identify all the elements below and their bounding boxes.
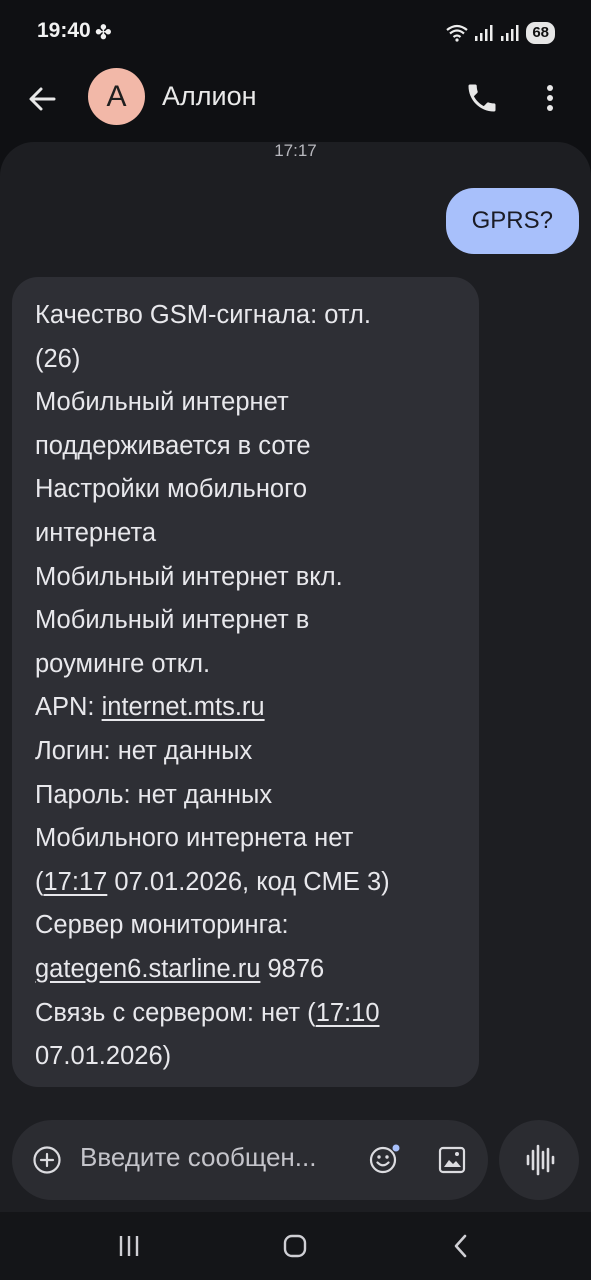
- status-bar: 19:40 ✤ 68: [0, 0, 591, 64]
- message-line: интернета: [35, 518, 157, 547]
- message-line-error: (17:17 07.01.2026, код CME 3): [35, 861, 479, 905]
- contact-name[interactable]: Аллион: [162, 81, 257, 112]
- message-line: Мобильный интернет вкл.: [35, 562, 343, 591]
- signal-1-icon: [475, 25, 493, 41]
- nav-back-icon[interactable]: [441, 1230, 481, 1262]
- message-line: Мобильного интернета нет: [35, 824, 354, 853]
- incoming-message[interactable]: Качество GSM-сигнала: отл. (26) Мобильны…: [12, 277, 479, 1087]
- message-line: Сервер мониторинга:: [35, 911, 289, 940]
- message-line-apn: APN: internet.mts.ru: [35, 686, 479, 730]
- message-input[interactable]: Введите сообщен...: [80, 1142, 316, 1173]
- message-line-connection: Связь с сервером: нет (17:10: [35, 992, 479, 1036]
- more-vert-icon[interactable]: [535, 80, 565, 116]
- message-line: Логин: нет данных: [35, 736, 253, 765]
- voice-wave-icon: [526, 1144, 555, 1176]
- message-line: Мобильный интернет в: [35, 606, 310, 635]
- message-line: Пароль: нет данных: [35, 780, 273, 809]
- outgoing-message[interactable]: GPRS?: [445, 188, 579, 254]
- status-icons: 68: [446, 20, 555, 46]
- emoji-icon[interactable]: [368, 1142, 402, 1176]
- signal-2-icon: [501, 25, 519, 41]
- gallery-icon[interactable]: [436, 1144, 468, 1176]
- server-port: 9876: [260, 954, 325, 983]
- add-circle-icon[interactable]: [32, 1145, 62, 1175]
- message-line: Мобильный интернет: [35, 388, 289, 417]
- message-timestamp: 17:17: [274, 141, 317, 160]
- voice-button[interactable]: [499, 1120, 579, 1200]
- system-nav-bar: [0, 1212, 591, 1280]
- pinwheel-icon: ✤: [95, 22, 112, 44]
- message-line: Качество GSM-сигнала: отл.: [35, 301, 371, 329]
- connection-time-link[interactable]: 17:10: [316, 999, 380, 1027]
- message-line: Настройки мобильного: [35, 475, 308, 504]
- apn-label: APN:: [35, 693, 102, 722]
- status-time: 19:40: [37, 19, 91, 42]
- battery-level: 68: [526, 22, 555, 44]
- arrow-left-icon[interactable]: [24, 80, 62, 118]
- message-line: (26): [35, 344, 81, 373]
- message-line: поддерживается в соте: [35, 431, 311, 460]
- home-icon[interactable]: [275, 1230, 315, 1262]
- error-rest: 07.01.2026, код CME 3): [107, 867, 390, 896]
- error-time-link[interactable]: 17:17: [44, 868, 108, 896]
- phone-icon[interactable]: [464, 80, 500, 116]
- recents-icon[interactable]: [109, 1230, 149, 1262]
- message-line: 07.01.2026): [35, 1042, 172, 1071]
- server-link[interactable]: gategen6.starline.ru: [35, 955, 260, 983]
- apn-link[interactable]: internet.mts.ru: [102, 693, 265, 721]
- connection-label: Связь с сервером: нет (: [35, 998, 316, 1027]
- wifi-icon: [446, 24, 468, 42]
- avatar[interactable]: А: [88, 68, 145, 125]
- message-line-server: gategen6.starline.ru 9876: [35, 948, 479, 992]
- compose-bar: Введите сообщен...: [12, 1120, 488, 1200]
- message-line: роуминге откл.: [35, 649, 211, 678]
- error-open: (: [35, 867, 44, 896]
